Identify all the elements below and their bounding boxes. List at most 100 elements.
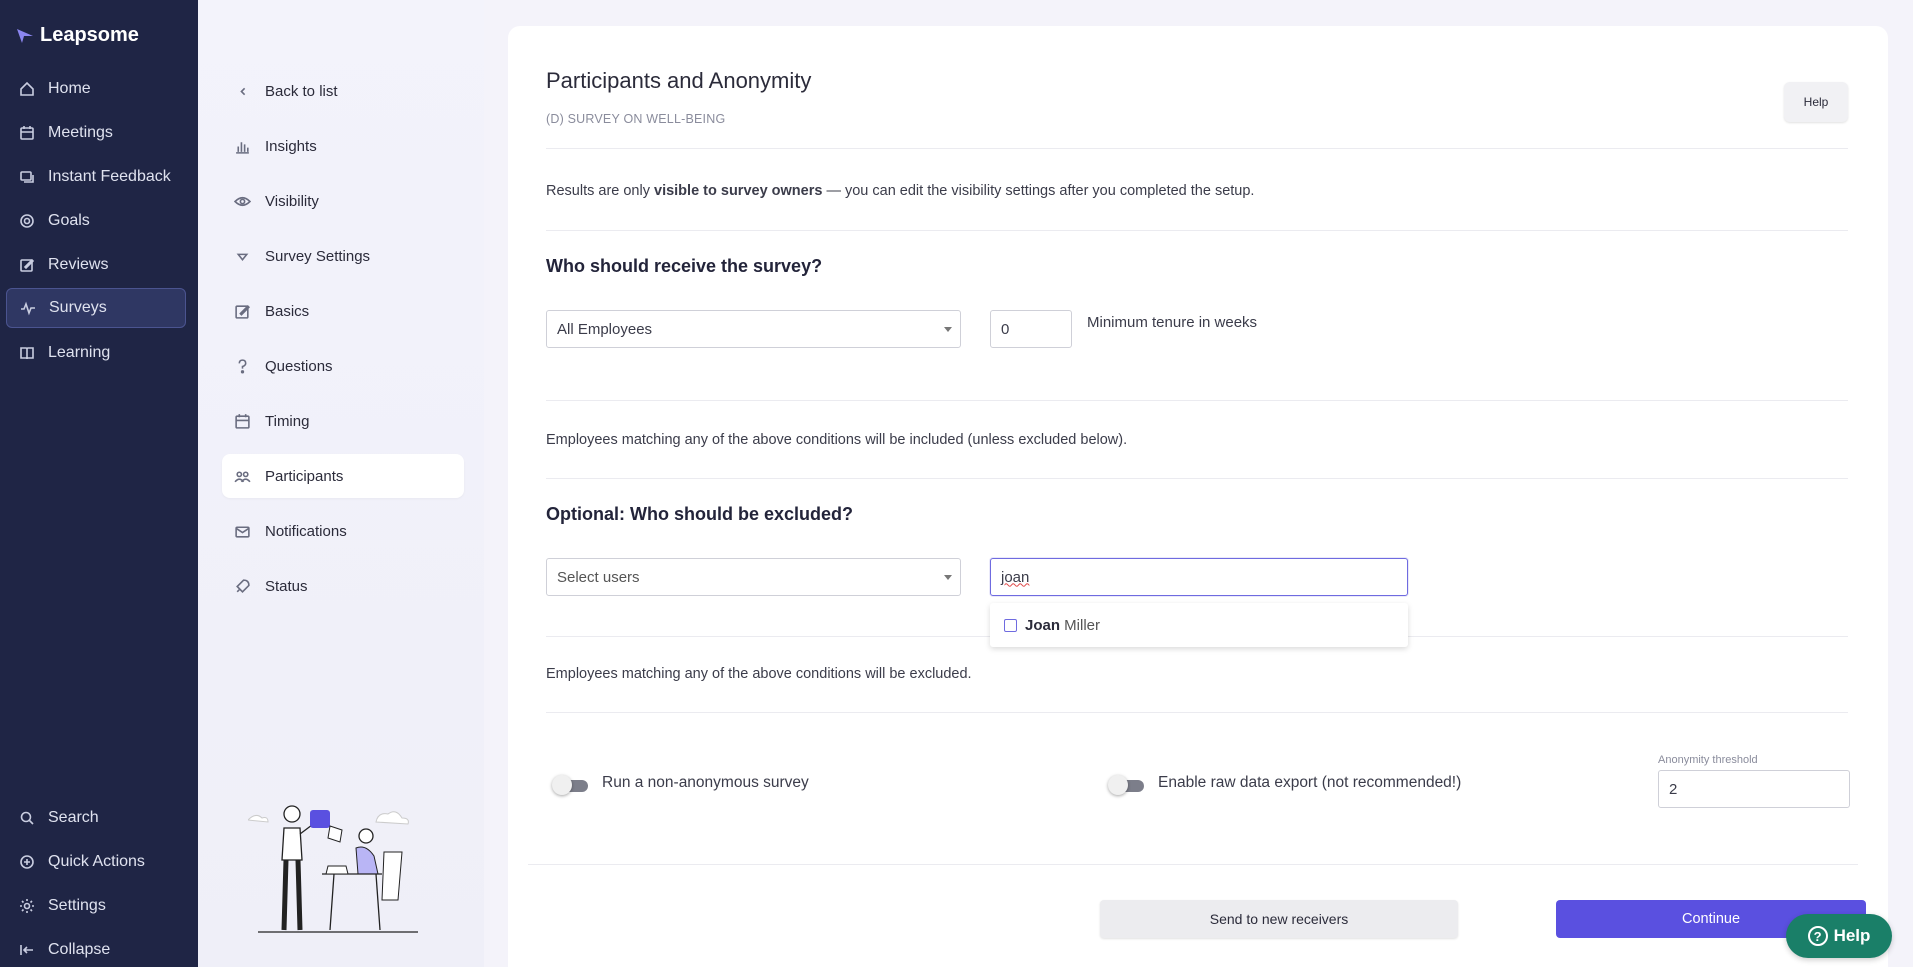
nav-label: Reviews	[48, 256, 109, 273]
subnav-label: Status	[265, 577, 308, 595]
help-button[interactable]: Help	[1784, 82, 1848, 122]
subnav-item-participants[interactable]: Participants	[222, 454, 464, 498]
participants-card: Participants and Anonymity (D) SURVEY ON…	[508, 26, 1888, 967]
eye-icon	[234, 196, 251, 206]
nav-label: Collapse	[48, 941, 111, 958]
visibility-note-prefix: Results are only	[546, 183, 654, 199]
edit-icon	[235, 304, 251, 319]
tenure-input[interactable]: 0	[990, 310, 1072, 348]
subnav-label: Insights	[265, 137, 317, 155]
subnav-label: Timing	[265, 412, 310, 430]
nav-item-home[interactable]: Home	[6, 69, 186, 109]
people-icon	[234, 470, 251, 482]
nav-item-meetings[interactable]: Meetings	[6, 113, 186, 153]
rocket-icon	[236, 578, 250, 593]
nav-item-settings[interactable]: Settings	[6, 886, 186, 926]
nav-item-quick-actions[interactable]: Quick Actions	[6, 842, 186, 882]
subnav-item-insights[interactable]: Insights	[222, 124, 464, 168]
survey-name: (D) SURVEY ON WELL-BEING	[546, 112, 726, 126]
subnav-label: Survey Settings	[265, 247, 371, 265]
user-option-joan-miller[interactable]: Joan Miller	[990, 603, 1408, 647]
edit-icon	[18, 256, 36, 274]
nav-label: Home	[48, 80, 91, 97]
exclude-users-select[interactable]: Select users	[546, 558, 961, 596]
nav-item-search[interactable]: Search	[6, 798, 186, 838]
chevron-down-icon	[944, 575, 952, 580]
nav-item-goals[interactable]: Goals	[6, 201, 186, 241]
subnav-label: Back to list	[265, 82, 338, 100]
nav-item-collapse[interactable]: Collapse	[6, 930, 186, 967]
send-to-new-receivers-button[interactable]: Send to new receivers	[1100, 900, 1458, 938]
nav-item-instant-feedback[interactable]: Instant Feedback	[6, 157, 186, 197]
nav-label: Settings	[48, 897, 106, 914]
tenure-input-value: 0	[1001, 320, 1010, 338]
chevron-down-icon	[944, 327, 952, 332]
plus-circle-icon	[18, 853, 36, 871]
page-title: Participants and Anonymity	[546, 68, 812, 93]
nav-label: Instant Feedback	[48, 168, 171, 185]
divider	[546, 478, 1848, 479]
receivers-select-value: All Employees	[557, 320, 653, 338]
subnav-label: Questions	[265, 357, 333, 375]
target-icon	[18, 212, 36, 230]
user-option-rest: Miller	[1060, 616, 1101, 634]
help-chat-button[interactable]: ? Help	[1786, 914, 1892, 958]
calendar-icon	[235, 413, 250, 429]
subnav-item-timing[interactable]: Timing	[222, 399, 464, 443]
nav-item-learning[interactable]: Learning	[6, 333, 186, 373]
receivers-select[interactable]: All Employees	[546, 310, 961, 348]
question-icon	[238, 358, 247, 373]
question-icon: ?	[1807, 926, 1828, 946]
raw-export-toggle[interactable]	[1108, 775, 1146, 795]
nav-item-reviews[interactable]: Reviews	[6, 245, 186, 285]
anonymity-threshold-value: 2	[1669, 780, 1678, 798]
subnav-item-survey-settings[interactable]: Survey Settings	[222, 234, 464, 278]
non-anonymous-toggle[interactable]	[552, 775, 590, 795]
receive-heading: Who should receive the survey?	[546, 256, 823, 276]
visibility-note: Results are only visible to survey owner…	[546, 183, 1254, 199]
gear-icon	[18, 897, 36, 915]
visibility-note-bold: visible to survey owners	[654, 183, 823, 199]
nav-label: Meetings	[48, 124, 113, 141]
exclude-users-placeholder: Select users	[557, 568, 640, 586]
nav-label: Learning	[48, 344, 111, 361]
leapsome-logo-icon	[17, 28, 33, 43]
user-option-label: Joan Miller	[1025, 617, 1100, 634]
pulse-icon	[19, 299, 37, 317]
divider	[546, 400, 1848, 401]
anonymity-threshold-label: Anonymity threshold	[1658, 754, 1758, 766]
exclude-search-input[interactable]: joan	[990, 558, 1408, 596]
included-note: Employees matching any of the above cond…	[546, 432, 1128, 448]
subnav-label: Participants	[265, 467, 344, 485]
subnav-item-questions[interactable]: Questions	[222, 344, 464, 388]
brand-name: Leapsome	[40, 24, 139, 46]
visibility-note-suffix: — you can edit the visibility settings a…	[822, 183, 1255, 199]
non-anonymous-label: Run a non-anonymous survey	[602, 774, 809, 791]
nav-label: Surveys	[49, 299, 107, 316]
nav-label: Search	[48, 809, 99, 826]
subnav-label: Basics	[265, 302, 310, 320]
chevron-left-icon	[240, 87, 246, 95]
subnav-item-basics[interactable]: Basics	[222, 289, 464, 333]
calendar-icon	[18, 124, 36, 142]
book-icon	[18, 344, 36, 362]
excluded-note: Employees matching any of the above cond…	[546, 666, 972, 682]
divider	[528, 864, 1858, 865]
brand-logo[interactable]: Leapsome	[16, 24, 139, 47]
divider	[546, 148, 1848, 149]
subnav-item-status[interactable]: Status	[222, 564, 464, 608]
back-to-list-link[interactable]: Back to list	[222, 69, 464, 113]
nav-label: Goals	[48, 212, 90, 229]
exclude-search-value: joan	[1001, 568, 1030, 586]
nav-label: Quick Actions	[48, 853, 145, 870]
main-sidebar: Leapsome Home Meetings Instant Feedback …	[0, 0, 198, 967]
subnav-item-visibility[interactable]: Visibility	[222, 179, 464, 223]
subnav-item-notifications[interactable]: Notifications	[222, 509, 464, 553]
nav-item-surveys[interactable]: Surveys	[6, 288, 186, 328]
feedback-icon	[18, 168, 36, 186]
checkbox[interactable]	[1004, 618, 1017, 632]
search-icon	[18, 809, 36, 827]
raw-export-label: Enable raw data export (not recommended!…	[1158, 774, 1462, 791]
anonymity-threshold-input[interactable]: 2	[1658, 770, 1850, 808]
divider	[546, 230, 1848, 231]
